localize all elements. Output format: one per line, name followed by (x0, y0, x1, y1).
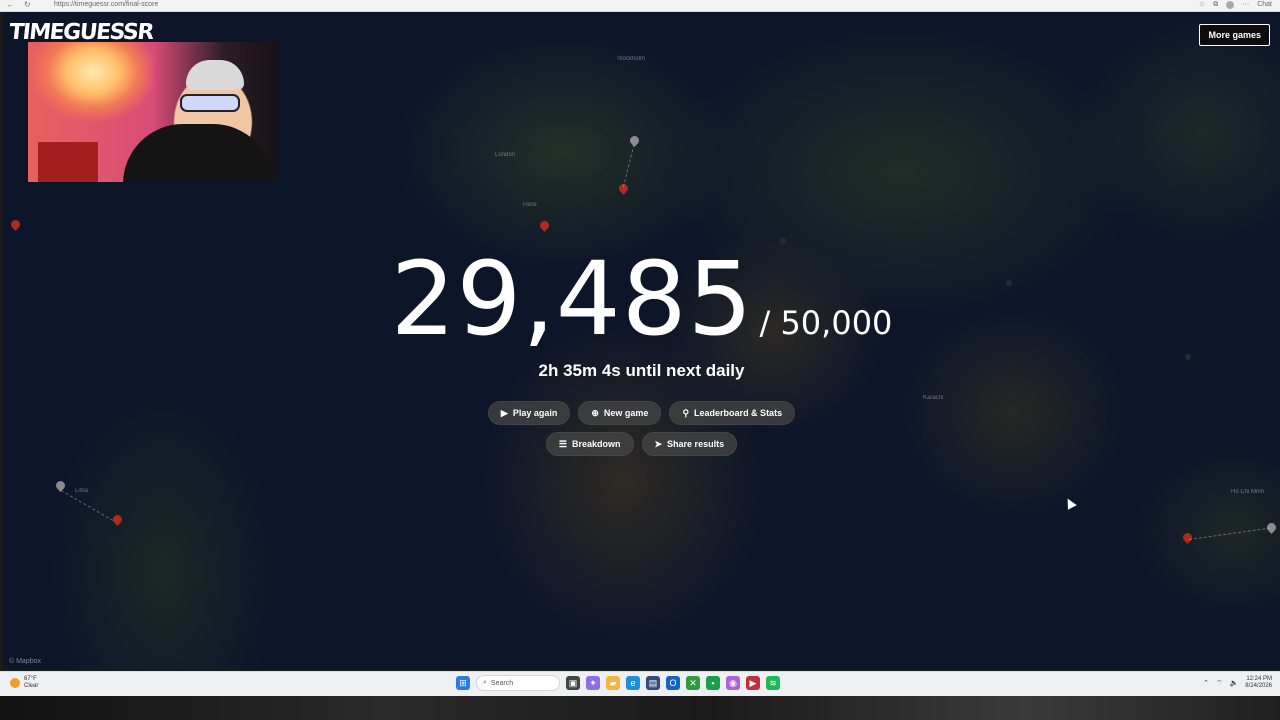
edge-icon[interactable]: e (626, 676, 640, 690)
task-view-icon[interactable]: ▣ (566, 676, 580, 690)
system-tray: ⌃ ⌔ 🔈 12:24 PM 8/24/2026 (1203, 676, 1272, 690)
score-max: / 50,000 (759, 304, 893, 342)
discord-icon[interactable]: ◉ (726, 676, 740, 690)
taskbar: 67°F Clear ⊞ ⌕ Search ▣ ✦ ▰ e ▤ O ✕ ▪ ◉ … (0, 671, 1280, 696)
collections-icon[interactable]: ⧉ (1213, 0, 1218, 9)
breakdown-button[interactable]: ☰ Breakdown (545, 432, 634, 456)
xbox-icon[interactable]: ✕ (686, 676, 700, 690)
play-icon: ▶ (500, 407, 508, 418)
plus-circle-icon: ⊕ (591, 407, 599, 418)
breakdown-label: Breakdown (571, 439, 621, 449)
profile-avatar[interactable] (1226, 0, 1235, 9)
browser-toolbar: ← ↻ https://timeguessr.com/final-score ☆… (0, 0, 1280, 12)
network-icon[interactable]: ⌔ (1216, 679, 1223, 688)
list-icon: ☰ (558, 438, 567, 449)
share-results-label: Share results (667, 439, 725, 449)
copilot-icon[interactable]: ✦ (586, 676, 600, 690)
new-game-label: New game (603, 408, 649, 418)
more-menu-icon[interactable]: ··· (1242, 0, 1249, 9)
address-bar[interactable]: https://timeguessr.com/final-score (54, 0, 158, 9)
taskbar-search[interactable]: ⌕ Search (476, 675, 560, 691)
score-panel: 29,485/ 50,000 2h 35m 4s until next dail… (3, 12, 1280, 669)
weather-widget[interactable]: 67°F Clear (10, 676, 38, 690)
store-icon[interactable]: ▤ (646, 676, 660, 690)
share-results-button[interactable]: ➤ Share results (641, 432, 738, 456)
score-value: 29,485 (390, 240, 754, 359)
tray-overflow-icon[interactable]: ⌃ (1203, 679, 1209, 687)
new-game-button[interactable]: ⊕ New game (578, 401, 662, 425)
send-icon: ➤ (654, 438, 663, 449)
search-placeholder: Search (490, 679, 514, 687)
app-icon[interactable]: ▪ (706, 676, 720, 690)
search-icon: ⌕ (483, 679, 487, 686)
favorite-star-icon[interactable]: ☆ (1199, 0, 1205, 9)
back-icon[interactable]: ← (6, 0, 14, 9)
chat-button[interactable]: Chat (1257, 0, 1272, 9)
leaderboard-button[interactable]: ⚲ Leaderboard & Stats (669, 401, 796, 425)
daily-countdown: 2h 35m 4s until next daily (538, 361, 745, 380)
final-score: 29,485/ 50,000 (3, 249, 1280, 351)
reload-icon[interactable]: ↻ (24, 0, 31, 9)
taskbar-clock[interactable]: 12:24 PM 8/24/2026 (1245, 676, 1272, 690)
weather-icon (10, 678, 20, 688)
play-again-button[interactable]: ▶ Play again (487, 401, 571, 425)
clock-time: 12:24 PM (1246, 676, 1272, 682)
file-explorer-icon[interactable]: ▰ (606, 676, 620, 690)
final-score-page: Stockholm London Paris Lima Karachi Ho C… (3, 12, 1280, 669)
desk-background (0, 696, 1280, 720)
streaming-app-icon[interactable]: ▶ (746, 676, 760, 690)
start-icon[interactable]: ⊞ (456, 676, 470, 690)
weather-temp: 67°F (24, 676, 37, 682)
leaderboard-icon: ⚲ (682, 407, 690, 418)
volume-icon[interactable]: 🔈 (1230, 679, 1239, 687)
weather-desc: Clear (24, 683, 39, 689)
play-again-label: Play again (512, 408, 558, 418)
outlook-icon[interactable]: O (666, 676, 680, 690)
clock-date: 8/24/2026 (1245, 683, 1272, 689)
spotify-icon[interactable]: ≋ (766, 676, 780, 690)
leaderboard-label: Leaderboard & Stats (694, 408, 783, 418)
